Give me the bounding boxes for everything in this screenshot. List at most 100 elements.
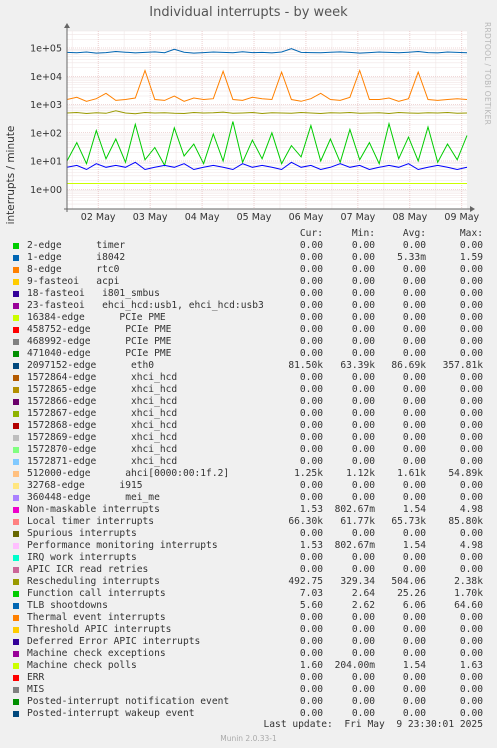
- y-axis-arrow: [64, 23, 70, 28]
- legend-max-value: 0.00: [459, 696, 483, 707]
- last-update: Last update: Fri May 9 23:30:01 2025: [263, 719, 484, 730]
- legend-swatch: [13, 327, 19, 333]
- legend-max-value: 2.38k: [454, 576, 483, 587]
- legend-series-name: Thermal event interrupts: [27, 612, 166, 623]
- legend-swatch: [13, 591, 19, 597]
- legend-swatch: [13, 519, 19, 525]
- legend-min-value: 0.00: [351, 612, 375, 623]
- legend-min-value: 0.00: [351, 480, 375, 491]
- legend-cur-value: 0.00: [299, 408, 323, 419]
- legend-min-value: 0.00: [351, 552, 375, 563]
- legend-max-value: 0.00: [459, 396, 483, 407]
- legend-max-value: 0.00: [459, 300, 483, 311]
- legend-max-value: 0.00: [459, 276, 483, 287]
- legend-max-value: 0.00: [459, 420, 483, 431]
- legend-swatch: [13, 579, 19, 585]
- legend-avg-value: 0.00: [402, 624, 426, 635]
- legend-cur-value: 0.00: [299, 252, 323, 263]
- legend-cur-value: 492.75: [288, 576, 323, 587]
- legend-row: 360448-edge mei_me 0.00 0.00 0.00 0.00: [0, 492, 497, 504]
- legend-min-value: 0.00: [351, 312, 375, 323]
- legend-avg-value: 0.00: [402, 264, 426, 275]
- legend-max-value: 1.63: [459, 660, 483, 671]
- legend-max-value: 54.89k: [448, 468, 483, 479]
- legend-series-name: 468992-edge PCIe PME: [27, 336, 172, 347]
- legend-avg-value: 0.00: [402, 240, 426, 251]
- legend-avg-value: 0.00: [402, 648, 426, 659]
- legend-row: 1572871-edge xhci_hcd 0.00 0.00 0.00 0.00: [0, 456, 497, 468]
- munin-version: Munin 2.0.33-1: [220, 734, 277, 743]
- legend-row: 2097152-edge eth0 81.50k 63.39k 86.69k 357.8…: [0, 360, 497, 372]
- plot-background: [67, 31, 467, 209]
- legend-min-value: 0.00: [351, 672, 375, 683]
- legend-min-value: 0.00: [351, 264, 375, 275]
- legend-swatch: [13, 555, 19, 561]
- legend-cur-value: 0.00: [299, 276, 323, 287]
- legend-series-name: Deferred Error APIC interrupts: [27, 636, 201, 647]
- legend-cur-value: 0.00: [299, 612, 323, 623]
- legend-row: Deferred Error APIC interrupts 0.00 0.00 0.…: [0, 636, 497, 648]
- legend-cur-value: 0.00: [299, 300, 323, 311]
- legend-header: Cur: Min: Avg: Max:: [0, 228, 497, 240]
- legend-cur-value: 0.00: [299, 528, 323, 539]
- legend-min-value: 802.67m: [334, 504, 375, 515]
- legend-cur-value: 0.00: [299, 288, 323, 299]
- legend-min-value: 0.00: [351, 408, 375, 419]
- legend-min-value: 204.00m: [334, 660, 375, 671]
- legend-series-name: 23-fasteoi ehci_hcd:usb1, ehci_hcd:usb3: [27, 300, 264, 311]
- legend-swatch: [13, 603, 19, 609]
- legend-series-name: 1572869-edge xhci_hcd: [27, 432, 178, 443]
- legend-max-value: 0.00: [459, 648, 483, 659]
- legend-swatch: [13, 675, 19, 681]
- legend-max-value: 0.00: [459, 624, 483, 635]
- legend-avg-value: 0.00: [402, 384, 426, 395]
- legend-avg-value: 1.61k: [397, 468, 426, 479]
- x-tick-label: 03 May: [133, 212, 168, 223]
- legend-max-value: 0.00: [459, 288, 483, 299]
- legend-min-value: 63.39k: [340, 360, 375, 371]
- legend-avg-value: 1.54: [402, 660, 426, 671]
- legend-series-name: Posted-interrupt notification event: [27, 696, 230, 707]
- legend-avg-value: 0.00: [402, 456, 426, 467]
- legend-cur-value: 7.03: [299, 588, 323, 599]
- legend-cur-value: 0.00: [299, 240, 323, 251]
- legend-swatch: [13, 399, 19, 405]
- legend-row: 2-edge timer 0.00 0.00 0.00 0.00: [0, 240, 497, 252]
- legend-row: MIS 0.00 0.00 0.00 0.00: [0, 684, 497, 696]
- legend-series-name: Machine check polls: [27, 660, 137, 671]
- legend-series-name: ERR: [27, 672, 45, 683]
- legend-min-value: 0.00: [351, 528, 375, 539]
- legend-min-value: 0.00: [351, 348, 375, 359]
- legend-series-name: 1572867-edge xhci_hcd: [27, 408, 178, 419]
- legend-row: 471040-edge PCIe PME 0.00 0.00 0.00 0.00: [0, 348, 497, 360]
- legend-row: 512000-edge ahci[0000:00:1f.2] 1.25k 1.12k…: [0, 468, 497, 480]
- legend-row: 1572867-edge xhci_hcd 0.00 0.00 0.00 0.00: [0, 408, 497, 420]
- legend-header-avg: Avg:: [402, 228, 426, 239]
- legend-series-name: 1572864-edge xhci_hcd: [27, 372, 178, 383]
- legend-max-value: 0.00: [459, 384, 483, 395]
- legend-series-name: MIS: [27, 684, 45, 695]
- legend-max-value: 0.00: [459, 672, 483, 683]
- legend-swatch: [13, 267, 19, 273]
- legend-row: Machine check polls 1.60 204.00m 1.54 1.63: [0, 660, 497, 672]
- legend-cur-value: 0.00: [299, 552, 323, 563]
- legend-swatch: [13, 627, 19, 633]
- legend-series-name: 16384-edge PCIe PME: [27, 312, 166, 323]
- legend-avg-value: 0.00: [402, 552, 426, 563]
- legend-avg-value: 0.00: [402, 684, 426, 695]
- legend-min-value: 0.00: [351, 384, 375, 395]
- legend-avg-value: 0.00: [402, 372, 426, 383]
- legend-cur-value: 0.00: [299, 564, 323, 575]
- legend-swatch: [13, 531, 19, 537]
- legend-min-value: 2.62: [351, 600, 375, 611]
- legend-max-value: 0.00: [459, 408, 483, 419]
- legend-series-name: 1572866-edge xhci_hcd: [27, 396, 178, 407]
- legend-max-value: 4.98: [459, 504, 483, 515]
- legend-cur-value: 0.00: [299, 480, 323, 491]
- legend-swatch: [13, 495, 19, 501]
- legend-swatch: [13, 339, 19, 345]
- legend-max-value: 0.00: [459, 336, 483, 347]
- legend-min-value: 0.00: [351, 492, 375, 503]
- legend-series-name: 2-edge timer: [27, 240, 126, 251]
- legend-avg-value: 25.26: [397, 588, 426, 599]
